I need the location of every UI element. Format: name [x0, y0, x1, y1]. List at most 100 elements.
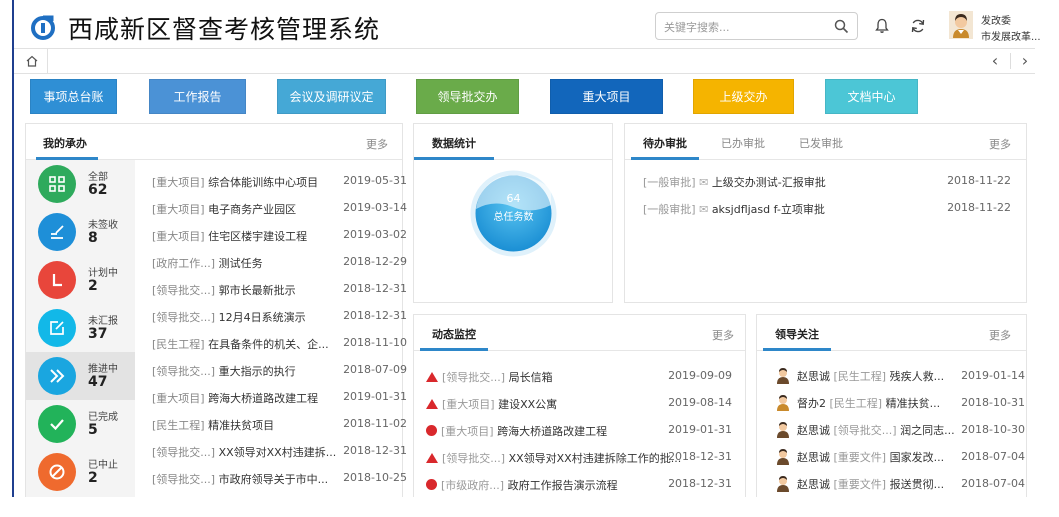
- more-link[interactable]: 更多: [366, 136, 388, 152]
- monitor-title[interactable]: 跨海大桥道路改建工程: [497, 425, 607, 438]
- status-planned[interactable]: 计划中 2: [26, 256, 135, 304]
- total-tasks-gauge[interactable]: 64 总任务数: [469, 169, 558, 258]
- task-row[interactable]: [领导批交...] 郭市长最新批示 2018-12-31: [152, 282, 407, 300]
- edit-icon: [50, 321, 64, 335]
- focus-title[interactable]: 精准扶贫...: [886, 397, 941, 410]
- task-date: 2018-12-31: [343, 309, 407, 322]
- task-row[interactable]: [重大项目] 电子商务产业园区 2019-03-14: [152, 201, 407, 219]
- avatar[interactable]: [949, 11, 973, 39]
- task-title[interactable]: 重大指示的执行: [219, 365, 296, 378]
- task-row[interactable]: [重大项目] 住宅区楼宇建设工程 2019-03-02: [152, 228, 407, 246]
- focus-row[interactable]: 赵思诚 [民生工程] 残疾人救... 2019-01-14: [775, 366, 1025, 388]
- module-button-ledger[interactable]: 事项总台账: [30, 79, 117, 114]
- panel-title: 动态监控: [432, 328, 476, 341]
- task-row[interactable]: [民生工程] 精准扶贫项目 2018-11-02: [152, 417, 407, 435]
- task-title[interactable]: 综合体能训练中心项目: [208, 176, 318, 189]
- task-title[interactable]: 在具备条件的机关、企...: [208, 338, 329, 351]
- task-category: [重大项目]: [152, 392, 205, 405]
- task-row[interactable]: [领导批交...] 12月4日系统演示 2018-12-31: [152, 309, 407, 327]
- focus-row[interactable]: 赵思诚 [领导批交...] 润之同志... 2018-10-30: [775, 420, 1025, 442]
- active-tab-underline: [420, 348, 488, 351]
- module-button-meetings[interactable]: 会议及调研议定: [277, 79, 386, 114]
- alert-dot-icon: [426, 425, 437, 436]
- approval-row[interactable]: [一般审批] ✉ 上级交办测试-汇报审批 2018-11-22: [643, 174, 1011, 192]
- module-button-major-projects[interactable]: 重大项目: [550, 79, 663, 114]
- active-tab-underline: [414, 157, 494, 160]
- user-department[interactable]: 市发展改革...: [981, 28, 1041, 43]
- task-row[interactable]: [重大项目] 跨海大桥道路改建工程 2019-01-31: [152, 390, 407, 408]
- panel-header: 待办审批 已办审批 已发审批 更多: [625, 124, 1026, 160]
- chevron-left-icon[interactable]: ‹: [984, 51, 1006, 71]
- bell-icon[interactable]: [874, 18, 890, 34]
- tab-processed-approvals[interactable]: 已办审批: [721, 135, 765, 151]
- monitor-row[interactable]: [市级政府...] 政府工作报告演示流程 2018-12-31: [426, 477, 732, 495]
- status-completed[interactable]: 已完成 5: [26, 400, 135, 448]
- search-input[interactable]: [664, 18, 824, 36]
- panel-header: 领导关注 更多: [757, 315, 1026, 351]
- monitor-title[interactable]: 政府工作报告演示流程: [508, 479, 618, 492]
- more-link[interactable]: 更多: [989, 136, 1011, 152]
- status-unreported[interactable]: 未汇报 37: [26, 304, 135, 352]
- task-title[interactable]: 精准扶贫项目: [208, 419, 274, 432]
- user-name[interactable]: 发改委: [981, 12, 1011, 27]
- focus-title[interactable]: 国家发改...: [890, 451, 945, 464]
- status-all[interactable]: 全部 62: [26, 160, 135, 208]
- monitor-title[interactable]: XX领导对XX村违建拆除工作的批...: [509, 452, 682, 465]
- approval-title[interactable]: aksjdfljasd f-立项审批: [712, 203, 825, 216]
- task-row[interactable]: [民生工程] 在具备条件的机关、企... 2018-11-10: [152, 336, 407, 354]
- clock-icon: [52, 274, 62, 287]
- search-icon[interactable]: [834, 19, 849, 34]
- module-button-work-report[interactable]: 工作报告: [149, 79, 246, 114]
- task-row[interactable]: [领导批交...] XX领导对XX村违建拆... 2018-12-31: [152, 444, 407, 462]
- approval-title[interactable]: 上级交办测试-汇报审批: [712, 176, 826, 189]
- avatar: [777, 422, 789, 438]
- task-title[interactable]: 市政府领导关于市中...: [219, 473, 329, 486]
- tab-sent-approvals[interactable]: 已发审批: [799, 135, 843, 151]
- monitor-title[interactable]: 局长信箱: [509, 371, 553, 384]
- focus-row[interactable]: 赵思诚 [重要文件] 报送贯彻... 2018-07-04: [775, 474, 1025, 496]
- task-row[interactable]: [重大项目] 综合体能训练中心项目 2019-05-31: [152, 174, 407, 192]
- status-terminated[interactable]: 已中止 2: [26, 448, 135, 496]
- warning-triangle-icon: [426, 453, 438, 463]
- task-title[interactable]: 跨海大桥道路改建工程: [208, 392, 318, 405]
- focus-row[interactable]: 赵思诚 [重要文件] 国家发改... 2018-07-04: [775, 447, 1025, 469]
- task-row[interactable]: [领导批交...] 重大指示的执行 2018-07-09: [152, 363, 407, 381]
- task-title[interactable]: 12月4日系统演示: [219, 311, 306, 324]
- task-title[interactable]: 电子商务产业园区: [208, 203, 296, 216]
- monitor-title[interactable]: 建设XX公寓: [498, 398, 557, 411]
- monitor-row[interactable]: [领导批交...] 局长信箱 2019-09-09: [426, 369, 732, 387]
- monitor-row[interactable]: [重大项目] 跨海大桥道路改建工程 2019-01-31: [426, 423, 732, 441]
- module-button-document-center[interactable]: 文档中心: [825, 79, 918, 114]
- focus-title[interactable]: 润之同志...: [900, 424, 955, 437]
- task-row[interactable]: [领导批交...] 市政府领导关于市中... 2018-10-25: [152, 471, 407, 489]
- status-unsigned[interactable]: 未签收 8: [26, 208, 135, 256]
- status-count: 37: [88, 326, 108, 342]
- sign-icon: [51, 225, 64, 239]
- approval-row[interactable]: [一般审批] ✉ aksjdfljasd f-立项审批 2018-11-22: [643, 201, 1011, 219]
- more-link[interactable]: 更多: [712, 327, 734, 343]
- module-button-leader-instructions[interactable]: 领导批交办: [416, 79, 519, 114]
- focus-title[interactable]: 残疾人救...: [890, 370, 945, 383]
- tab-pending-approvals[interactable]: 待办审批: [643, 135, 687, 151]
- more-link[interactable]: 更多: [989, 327, 1011, 343]
- task-title[interactable]: 郭市长最新批示: [219, 284, 296, 297]
- task-row[interactable]: [政府工作...] 测试任务 2018-12-29: [152, 255, 407, 273]
- task-category: [领导批交...]: [152, 365, 216, 378]
- module-button-superior-assignments[interactable]: 上级交办: [693, 79, 794, 114]
- refresh-icon[interactable]: [910, 18, 926, 34]
- task-title[interactable]: 测试任务: [219, 257, 263, 270]
- focus-person: 赵思诚: [797, 478, 830, 491]
- task-title[interactable]: 住宅区楼宇建设工程: [208, 230, 307, 243]
- status-in-progress[interactable]: 推进中 47: [26, 352, 135, 400]
- search-box[interactable]: [655, 12, 858, 40]
- monitor-row[interactable]: [重大项目] 建设XX公寓 2019-08-14: [426, 396, 732, 414]
- home-tab[interactable]: [14, 49, 48, 73]
- focus-title[interactable]: 报送贯彻...: [890, 478, 945, 491]
- task-title[interactable]: XX领导对XX村违建拆...: [219, 446, 337, 459]
- task-category: [领导批交...]: [152, 473, 216, 486]
- focus-row[interactable]: 督办2 [民生工程] 精准扶贫... 2018-10-31: [775, 393, 1025, 415]
- forward-icon: [50, 369, 65, 383]
- monitor-row[interactable]: [领导批交...] XX领导对XX村违建拆除工作的批... 2018-12-31: [426, 450, 732, 468]
- status-icon-bg: [38, 165, 76, 203]
- chevron-right-icon[interactable]: ›: [1014, 51, 1036, 71]
